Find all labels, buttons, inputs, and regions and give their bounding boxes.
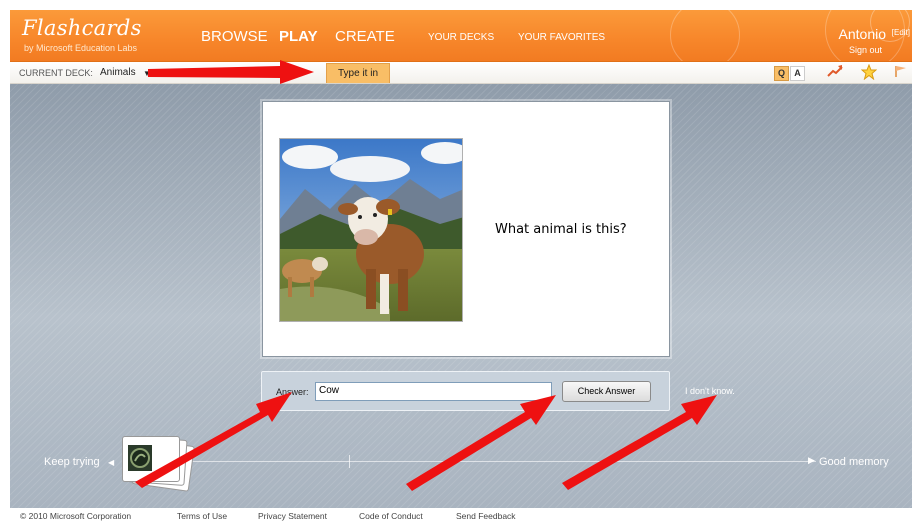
progress-label-good-memory: Good memory [819, 456, 889, 468]
answer-label: Answer: [276, 387, 309, 397]
chevron-down-icon[interactable]: ▼ [143, 69, 151, 78]
current-deck-selector[interactable]: Animals [100, 67, 136, 78]
copyright-text: © 2010 Microsoft Corporation [20, 511, 132, 521]
answer-side-button[interactable]: A [790, 66, 805, 81]
app-logo[interactable]: Flashcards [22, 16, 142, 40]
app-header: Flashcards by Microsoft Education Labs B… [10, 10, 912, 62]
play-area: What animal is this? Answer: Cow Check A… [10, 84, 912, 508]
nav-your-decks[interactable]: YOUR DECKS [428, 32, 494, 43]
check-answer-button[interactable]: Check Answer [562, 381, 651, 402]
current-deck-label: CURRENT DECK: [19, 68, 93, 78]
arrow-right-icon: ▶ [808, 456, 815, 466]
sign-out-link[interactable]: Sign out [849, 45, 882, 55]
nav-browse[interactable]: BROWSE [201, 28, 268, 45]
app-logo-subtitle: by Microsoft Education Labs [24, 43, 138, 53]
send-feedback-link[interactable]: Send Feedback [456, 511, 516, 521]
stack-card [122, 436, 180, 482]
nav-play[interactable]: PLAY [279, 28, 318, 45]
memory-progress-track [186, 461, 816, 462]
decorative-circle [670, 10, 740, 61]
user-name: Antonio [838, 26, 886, 42]
code-of-conduct-link[interactable]: Code of Conduct [359, 511, 423, 521]
nav-create[interactable]: CREATE [335, 28, 395, 45]
question-side-button[interactable]: Q [774, 66, 789, 81]
dont-know-link[interactable]: I don't know. [685, 386, 735, 396]
edit-profile-link[interactable]: [Edit] [892, 28, 910, 37]
answer-input[interactable]: Cow [315, 382, 552, 401]
flashcard[interactable]: What animal is this? [262, 101, 670, 357]
progress-label-keep-trying: Keep trying [44, 456, 100, 468]
star-icon[interactable] [860, 63, 878, 82]
memory-progress-marker [349, 455, 350, 468]
question-text: What animal is this? [495, 222, 627, 237]
deck-toolbar: CURRENT DECK: Animals ▼ Type it in Q A [10, 62, 912, 84]
arrow-left-icon: ◀ [108, 458, 115, 467]
privacy-statement-link[interactable]: Privacy Statement [258, 511, 327, 521]
cow-photo [279, 138, 463, 322]
terms-of-use-link[interactable]: Terms of Use [177, 511, 227, 521]
card-deck-stack[interactable] [116, 432, 196, 492]
flag-icon[interactable] [892, 64, 910, 82]
answer-panel: Answer: Cow Check Answer [261, 371, 670, 411]
trend-icon[interactable] [826, 64, 844, 82]
tab-type-it-in[interactable]: Type it in [326, 63, 390, 83]
nav-your-favorites[interactable]: YOUR FAVORITES [518, 32, 605, 43]
